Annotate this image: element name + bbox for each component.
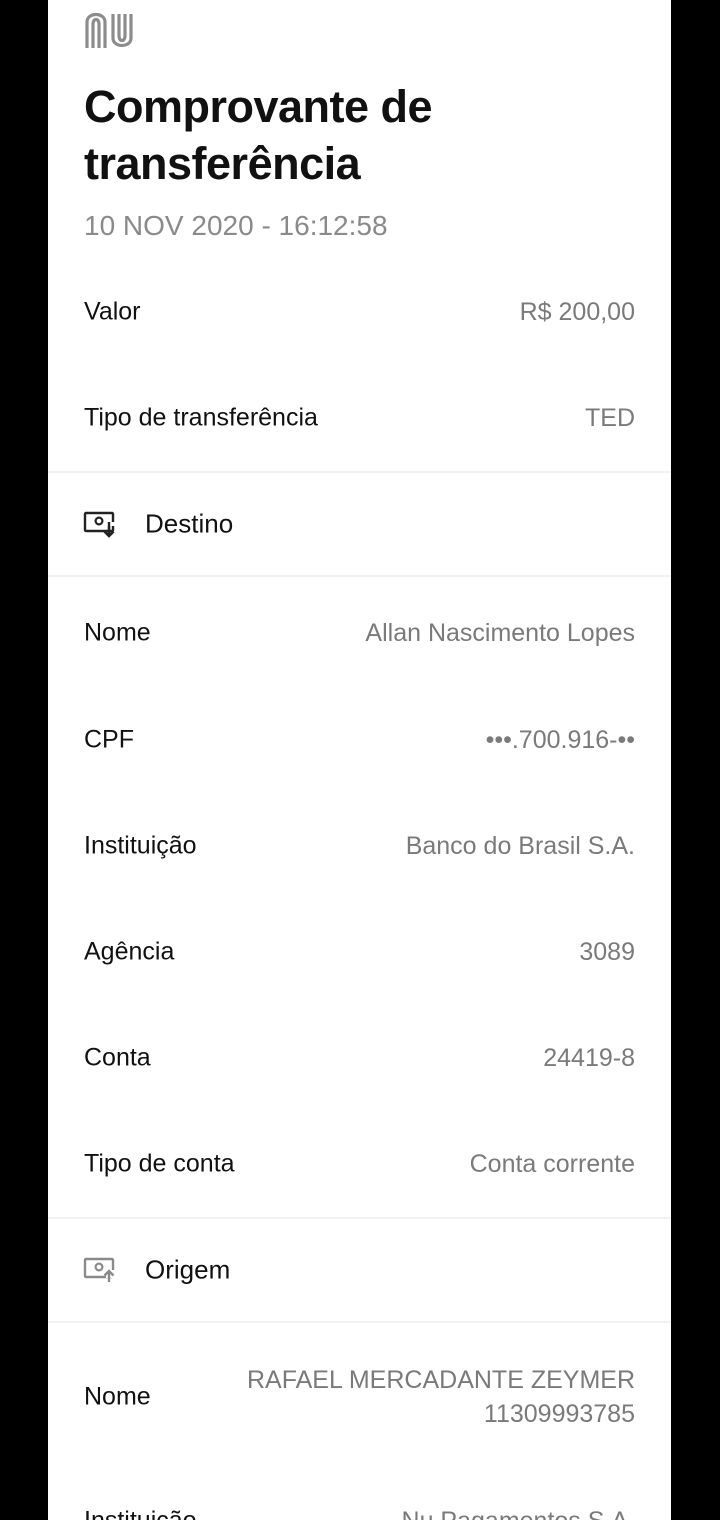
section-label: Destino — [145, 508, 234, 539]
row-origem-instituicao: Instituição Nu Pagamentos S.A. — [48, 1468, 671, 1520]
money-send-icon — [83, 1257, 115, 1282]
nubank-logo-icon — [85, 12, 133, 48]
row-label: Agência — [84, 937, 175, 966]
row-label: Instituição — [84, 831, 197, 860]
row-value: R$ 200,00 — [519, 298, 635, 326]
row-label: Tipo de transferência — [84, 403, 318, 432]
row-origem-nome: Nome RAFAEL MERCADANTE ZEYMER 1130999378… — [48, 1326, 671, 1468]
row-value: Nu Pagamentos S.A. — [402, 1504, 635, 1520]
row-destino-agencia: Agência 3089 — [48, 899, 671, 1005]
money-receive-icon — [83, 511, 115, 538]
row-value: RAFAEL MERCADANTE ZEYMER 11309993785 — [215, 1363, 635, 1431]
row-destino-instituicao: Instituição Banco do Brasil S.A. — [48, 793, 671, 899]
row-destino-conta: Conta 24419-8 — [48, 1005, 671, 1111]
section-origem: Origem — [48, 1217, 671, 1323]
row-value: Conta corrente — [469, 1150, 635, 1178]
row-label: Nome — [84, 618, 151, 647]
row-label: Instituição — [84, 1507, 197, 1520]
row-tipo-transferencia: Tipo de transferência TED — [48, 365, 671, 471]
origem-name: RAFAEL MERCADANTE ZEYMER — [246, 1366, 635, 1394]
row-value: 24419-8 — [543, 1044, 635, 1072]
row-value: TED — [585, 404, 635, 432]
transfer-datetime: 10 NOV 2020 - 16:12:58 — [84, 210, 388, 241]
section-destino: Destino — [48, 471, 671, 577]
row-value: Banco do Brasil S.A. — [405, 832, 635, 860]
row-valor: Valor R$ 200,00 — [48, 259, 671, 365]
row-destino-nome: Nome Allan Nascimento Lopes — [48, 580, 671, 686]
row-value: Allan Nascimento Lopes — [365, 619, 635, 647]
row-label: Valor — [84, 297, 141, 326]
section-label: Origem — [145, 1254, 231, 1285]
row-value: •••.700.916-•• — [485, 726, 635, 754]
row-label: Nome — [84, 1382, 151, 1411]
row-label: Conta — [84, 1043, 151, 1072]
receipt-page: Comprovante de transferência 10 NOV 2020… — [48, 0, 671, 1520]
page-title: Comprovante de transferência — [84, 81, 433, 189]
row-destino-tipo-conta: Tipo de conta Conta corrente — [48, 1111, 671, 1217]
origem-cpf: 11309993785 — [483, 1400, 635, 1428]
row-label: CPF — [84, 725, 134, 754]
row-value: 3089 — [579, 938, 635, 966]
row-label: Tipo de conta — [84, 1149, 235, 1178]
row-destino-cpf: CPF •••.700.916-•• — [48, 687, 671, 793]
